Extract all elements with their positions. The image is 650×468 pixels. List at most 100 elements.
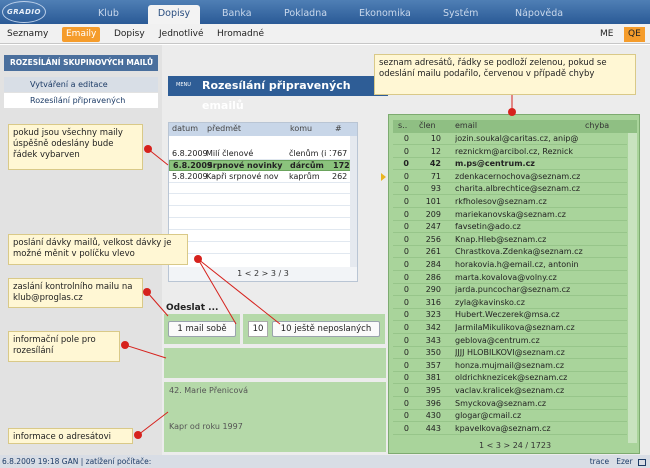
send-self-button[interactable]: 1 mail sobě xyxy=(168,321,236,337)
table-row[interactable]: 0 381 oldrichknezicek@seznam.cz xyxy=(393,373,627,385)
table-row[interactable]: 0 209 mariekanovska@seznam.cz xyxy=(393,210,627,221)
send-label: Odeslat ... xyxy=(166,303,219,313)
sidebar-item-vytvareni[interactable]: Vytváření a editace xyxy=(4,77,158,92)
cell-email: zdenkacernochova@seznam.cz xyxy=(455,171,581,181)
subnav-emaily[interactable]: Emaily xyxy=(62,27,101,42)
table-row[interactable]: 6.8.2009 Milí členové členům (i 17 767 xyxy=(169,149,357,160)
marker-dot xyxy=(144,145,152,153)
menu-tag[interactable]: MENU xyxy=(176,82,191,88)
table-pager[interactable]: 1 < 2 > 3 / 3 xyxy=(169,267,357,281)
cell-email: jarda.puncochar@seznam.cz xyxy=(455,285,571,295)
table-row[interactable]: 0 261 Chrastkova.Zdenka@seznam.cz xyxy=(393,247,627,259)
cell-clen: 93 xyxy=(430,184,441,194)
table-row[interactable]: 0 290 jarda.puncochar@seznam.cz xyxy=(393,285,627,297)
cell-predmet: Srpnové novinky xyxy=(207,161,283,170)
table-row[interactable]: 0 342 JarmilaMikulikova@seznam.cz xyxy=(393,323,627,334)
table-row[interactable]: 0 284 horakovia.h@email.cz, antonin xyxy=(393,260,627,271)
subnav-qe[interactable]: QE xyxy=(624,27,645,42)
table-row[interactable]: 0 350 JJJJ HLOBILKOVI@seznam.cz xyxy=(393,348,627,360)
table-row-selected[interactable]: 6.8.2009 Srpnové novinky dárcům 1723 xyxy=(169,160,357,171)
current-row-arrow-icon xyxy=(381,173,386,181)
table-row[interactable]: 0 12 reznickm@arcibol.cz, Reznick xyxy=(393,147,627,158)
page-title: Rozesílání připravených emailů xyxy=(168,76,388,112)
table-row[interactable]: 0 396 Smyckova@seznam.cz xyxy=(393,399,627,410)
cell-clen: 357 xyxy=(425,360,441,370)
cell-status: 0 xyxy=(403,423,409,433)
cell-status: 0 xyxy=(403,386,409,395)
nav-tab-ekonomika[interactable]: Ekonomika xyxy=(353,5,417,24)
nav-tab-dopisy[interactable]: Dopisy xyxy=(148,5,200,24)
table-row[interactable]: 0 343 geblova@centrum.cz xyxy=(393,336,627,347)
table-row[interactable]: 0 256 Knap.Hleb@seznam.cz xyxy=(393,235,627,246)
cell-clen: 101 xyxy=(425,197,441,206)
col-status[interactable]: s.. xyxy=(398,121,407,130)
cell-email: rkfholesov@seznam.cz xyxy=(455,197,547,206)
cell-status: 0 xyxy=(403,272,409,282)
cell-email: Knap.Hleb@seznam.cz xyxy=(455,234,547,244)
col-komu[interactable]: komu xyxy=(290,124,312,133)
table-row[interactable]: 0 430 glogar@cmail.cz xyxy=(393,411,627,423)
table-row[interactable]: 0 101 rkfholesov@seznam.cz xyxy=(393,197,627,208)
nav-tab-napoveda[interactable]: Nápověda xyxy=(509,5,569,24)
col-email[interactable]: email xyxy=(455,121,477,130)
send-batch-button[interactable]: 10 ještě neposlaných xyxy=(272,321,380,337)
table-row[interactable]: 0 10 jozin.soukal@caritas.cz, anip@ xyxy=(393,134,627,145)
recipient-address-line xyxy=(169,397,381,409)
table-row[interactable]: 0 395 vaclav.kralicek@seznam.cz xyxy=(393,386,627,397)
cell-clen: 395 xyxy=(425,386,441,395)
cell-status: 0 xyxy=(403,222,409,232)
table-pager[interactable]: 1 < 3 > 24 / 1723 xyxy=(393,441,637,451)
subnav-dopisy[interactable]: Dopisy xyxy=(110,27,149,42)
col-predmet[interactable]: předmět xyxy=(207,124,241,133)
cell-status: 0 xyxy=(403,260,409,269)
cell-email: Hubert.Weczerek@msa.cz xyxy=(455,310,560,320)
col-chyba[interactable]: chyba xyxy=(585,121,609,130)
sidebar-item-rozesilani[interactable]: Rozesílání připravených xyxy=(4,93,158,108)
subnav-me[interactable]: ME xyxy=(596,27,617,42)
cell-email: charita.albrechtice@seznam.cz xyxy=(455,184,581,194)
subnav-jednotlive[interactable]: Jednotlivé xyxy=(155,27,208,42)
table-row[interactable]: 5.8.2009 Kapři srpnové nov kaprům 262 xyxy=(169,172,357,183)
table-row[interactable]: 0 71 zdenkacernochova@seznam.cz xyxy=(393,172,627,183)
cell-status: 0 xyxy=(403,197,409,206)
cell-email: glogar@cmail.cz xyxy=(455,411,522,421)
marker-dot xyxy=(194,255,202,263)
col-count[interactable]: # xyxy=(335,124,342,133)
table-row-empty xyxy=(169,243,357,254)
table-scrollbar[interactable] xyxy=(350,136,357,267)
recipients-table: s.. člen email chyba 0 10 jozin.soukal@car… xyxy=(388,114,640,454)
cell-email: vaclav.kralicek@seznam.cz xyxy=(455,386,565,395)
callout-recipient-list: seznam adresátů, řádky se podloží zeleno… xyxy=(374,54,636,95)
sidebar-title: ROZESÍLÁNÍ SKUPINOVÝCH MAILŮ xyxy=(4,55,158,71)
nav-tab-system[interactable]: Systém xyxy=(437,5,484,24)
subnav-hromadne[interactable]: Hromadné xyxy=(213,27,268,42)
nav-tab-pokladna[interactable]: Pokladna xyxy=(278,5,333,24)
cell-clen: 42 xyxy=(429,159,441,169)
table-row[interactable]: 0 443 kpavelkova@seznam.cz xyxy=(393,424,627,435)
cell-clen: 290 xyxy=(425,285,441,295)
subnav-seznamy[interactable]: Seznamy xyxy=(3,27,52,42)
table-scrollbar[interactable] xyxy=(628,133,637,443)
table-row[interactable]: 0 323 Hubert.Weczerek@msa.cz xyxy=(393,310,627,322)
window-icon[interactable] xyxy=(638,458,646,466)
table-row[interactable]: 0 316 zyla@kavinsko.cz xyxy=(393,298,627,309)
table-row[interactable]: 0 247 favsetin@ado.cz xyxy=(393,222,627,234)
ezer-link[interactable]: Ezer xyxy=(616,457,632,466)
top-navigation-bar: GRADIO PROGLAS Klub Dopisy Banka Pokladn… xyxy=(0,0,650,36)
cell-status: 0 xyxy=(403,335,409,345)
col-datum[interactable]: datum xyxy=(172,124,198,133)
table-row-empty xyxy=(169,231,357,242)
table-row[interactable]: 0 357 honza.mujmail@seznam.cz xyxy=(393,361,627,372)
table-row[interactable]: 0 42 m.ps@centrum.cz xyxy=(393,159,627,171)
table-row[interactable]: 0 93 charita.albrechtice@seznam.cz xyxy=(393,184,627,196)
col-clen[interactable]: člen xyxy=(419,121,436,130)
status-text: 6.8.2009 19:18 GAN | zatížení počítače: xyxy=(2,457,152,466)
batch-size-input[interactable]: 10 xyxy=(248,321,268,337)
table-row[interactable]: 0 286 marta.kovalova@volny.cz xyxy=(393,273,627,284)
cell-clen: 10 xyxy=(430,134,441,143)
trace-link[interactable]: trace xyxy=(590,457,609,466)
nav-tab-banka[interactable]: Banka xyxy=(216,5,258,24)
cell-status: 0 xyxy=(403,234,409,244)
nav-tab-klub[interactable]: Klub xyxy=(92,5,125,24)
cell-status: 0 xyxy=(403,209,409,219)
